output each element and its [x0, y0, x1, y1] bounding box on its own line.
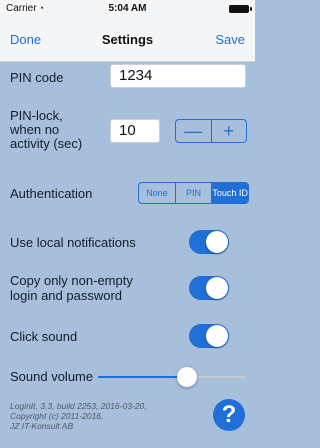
volume-slider-fill	[98, 376, 187, 378]
authentication-segmented-control: None PIN Touch ID	[138, 182, 249, 204]
local-notifications-label: Use local notifications	[10, 235, 136, 250]
copy-nonempty-label-line-1: Copy only non-empty	[10, 273, 133, 288]
company-line: JZ IT-Konsult AB	[10, 421, 74, 431]
status-bar: Carrier ◔ 5:04 AM	[0, 0, 255, 18]
copyright-line: Copyright (c) 2011-2016,	[10, 411, 104, 421]
authentication-option-pin[interactable]: PIN	[174, 183, 212, 203]
pin-code-field[interactable]: 1234	[110, 64, 246, 88]
click-sound-toggle[interactable]	[189, 324, 229, 348]
authentication-option-touch-id[interactable]: Touch ID	[211, 183, 248, 203]
sound-volume-label: Sound volume	[10, 369, 94, 384]
authentication-label: Authentication	[10, 186, 93, 201]
copy-nonempty-toggle[interactable]	[189, 276, 229, 300]
status-time: 5:04 AM	[108, 3, 147, 14]
click-sound-label: Click sound	[10, 329, 78, 344]
toggle-knob	[206, 231, 228, 253]
pin-lock-stepper: — +	[175, 119, 247, 143]
stepper-increment-button[interactable]: +	[210, 120, 247, 142]
toggle-knob	[206, 277, 228, 299]
app-version-info: LoginIt, 3.3, build 2253, 2016-03-20, Co…	[10, 401, 180, 431]
navigation-bar: Done Settings Save	[0, 18, 255, 62]
save-button[interactable]: Save	[215, 32, 245, 47]
toggle-knob	[206, 325, 228, 347]
volume-slider-thumb[interactable]	[176, 367, 197, 387]
pin-lock-label-line-2: when no	[10, 122, 60, 137]
pin-lock-label-line-1: PIN-lock,	[10, 108, 63, 123]
version-line: LoginIt, 3.3, build 2253, 2016-03-20,	[10, 401, 147, 411]
local-notifications-toggle[interactable]	[189, 230, 229, 254]
authentication-option-none[interactable]: None	[139, 183, 175, 203]
pin-lock-label: PIN-lock, when no activity (sec)	[10, 109, 82, 151]
pin-code-label: PIN code	[10, 70, 64, 85]
pin-lock-seconds-field[interactable]: 10	[110, 119, 160, 143]
battery-icon	[229, 5, 252, 13]
stepper-decrement-button[interactable]: —	[176, 120, 211, 142]
pin-lock-label-line-3: activity (sec)	[10, 136, 83, 151]
copy-nonempty-label: Copy only non-empty login and password	[10, 273, 133, 303]
help-icon[interactable]: ?	[213, 399, 245, 431]
copy-nonempty-label-line-2: login and password	[10, 288, 123, 303]
